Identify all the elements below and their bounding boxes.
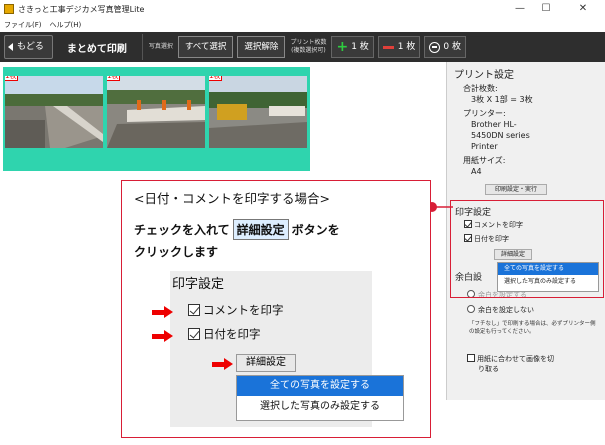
zoomed-date-row[interactable]: 日付を印字 xyxy=(188,326,261,342)
page-title: まとめて印刷 xyxy=(66,43,127,55)
printer-value-line2: 5450DN series xyxy=(471,131,530,140)
zoomed-comment-label: コメントを印字 xyxy=(203,303,284,317)
print-count-sub: (複数選択可) xyxy=(291,47,326,54)
close-button[interactable]: ✕ xyxy=(570,0,596,18)
photo-select-label: 写真選択 xyxy=(148,43,173,50)
paper-size-label: 用紙サイズ: xyxy=(463,156,506,165)
instruction-callout: <日付・コメントを印字する場合> チェックを入れて 詳細設定 ボタンを クリック… xyxy=(121,180,431,438)
zoomed-imprint-title: 印字設定 xyxy=(172,277,225,292)
fit-paper-label-line2: り取る xyxy=(478,365,499,373)
minimize-button[interactable]: — xyxy=(507,0,533,18)
zoomed-date-label: 日付を印字 xyxy=(203,327,261,341)
printer-label: プリンター: xyxy=(463,109,506,118)
maximize-button[interactable]: ☐ xyxy=(533,0,559,18)
zoomed-menu-all-photos[interactable]: 全ての写真を設定する xyxy=(237,376,403,396)
zoomed-date-checkbox[interactable] xyxy=(188,328,200,340)
zoomed-detail-button[interactable]: 詳細設定 xyxy=(236,354,296,372)
margin-off-radio[interactable] xyxy=(467,305,475,313)
minus-label: 1 枚 xyxy=(397,42,416,52)
photo-thumbnail[interactable]: 1枚 xyxy=(107,76,205,148)
total-value: 3枚 X 1部 = 3枚 xyxy=(471,95,533,104)
menu-file[interactable]: ファイル(F) xyxy=(4,18,42,32)
print-count-tag: 1枚 xyxy=(5,76,19,81)
photo-image xyxy=(5,76,103,148)
photo-image xyxy=(107,76,205,148)
fit-paper-label-line1: 用紙に合わせて画像を切 xyxy=(477,355,554,363)
back-button[interactable]: もどる xyxy=(4,35,53,59)
window-title: さきっと工事デジカメ写真管理Lite xyxy=(18,4,145,14)
clear-icon xyxy=(429,41,441,53)
callout-heading: <日付・コメントを印字する場合> xyxy=(134,191,330,206)
photo-image xyxy=(209,76,307,148)
total-label: 合計枚数: xyxy=(463,84,498,93)
minus-one-button[interactable]: 1 枚 xyxy=(377,36,421,58)
zoomed-menu-selected-photos[interactable]: 選択した写真のみ設定する xyxy=(237,396,403,418)
margin-off-label: 余白を設定しない xyxy=(478,306,534,314)
plus-icon: + xyxy=(336,39,349,55)
red-arrow-icon xyxy=(212,358,234,370)
borderless-note: 「フチなし」で印刷する場合は、必ずプリンター側の設定も行ってください。 xyxy=(469,321,596,335)
print-count-tag: 1枚 xyxy=(209,76,223,81)
photo-thumbnail[interactable]: 1枚 xyxy=(209,76,307,148)
photo-thumbnail[interactable]: 1枚 xyxy=(5,76,103,148)
red-arrow-icon xyxy=(152,330,174,342)
select-all-button[interactable]: すべて選択 xyxy=(177,36,234,58)
selected-photo-strip: 1枚 1枚 1枚 xyxy=(3,67,310,171)
toolbar-divider xyxy=(141,34,143,60)
zero-button[interactable]: 0 枚 xyxy=(424,36,466,58)
fit-paper-row[interactable]: 用紙に合わせて画像を切 り取る xyxy=(467,354,554,374)
print-count-title: プリント枚数 xyxy=(290,39,327,46)
callout-line1-pre: チェックを入れて xyxy=(134,223,230,237)
deselect-button[interactable]: 選択解除 xyxy=(237,36,286,58)
menu-help[interactable]: ヘルプ(H) xyxy=(50,18,82,32)
callout-line1-post: ボタンを xyxy=(291,223,340,237)
title-bar: さきっと工事デジカメ写真管理Lite — ☐ ✕ xyxy=(0,0,605,18)
callout-line1: チェックを入れて 詳細設定 ボタンを xyxy=(134,219,340,240)
red-arrow-icon xyxy=(152,306,174,318)
imprint-highlight-box xyxy=(450,200,604,298)
callout-line2: クリックします xyxy=(134,245,219,259)
print-settings-execute-button[interactable]: 印刷設定・実行 xyxy=(485,184,547,195)
app-icon xyxy=(4,4,14,14)
printer-value-line3: Printer xyxy=(471,142,498,151)
print-count-label: プリント枚数 (複数選択可) xyxy=(290,39,326,55)
fit-paper-checkbox[interactable] xyxy=(467,354,475,362)
printer-value-line1: Brother HL- xyxy=(471,120,517,129)
zoomed-comment-checkbox[interactable] xyxy=(188,304,200,316)
zoomed-comment-row[interactable]: コメントを印字 xyxy=(188,302,284,318)
minus-icon xyxy=(382,45,394,49)
zoomed-detail-menu: 全ての写真を設定する 選択した写真のみ設定する xyxy=(236,375,404,421)
margin-off-row[interactable]: 余白を設定しない xyxy=(467,305,534,315)
plus-label: 1 枚 xyxy=(351,42,369,52)
menu-bar: ファイル(F) ヘルプ(H) xyxy=(0,18,605,32)
callout-detail-button-label: 詳細設定 xyxy=(232,219,289,240)
print-count-tag: 1枚 xyxy=(107,76,121,81)
app-window: さきっと工事デジカメ写真管理Lite — ☐ ✕ ファイル(F) ヘルプ(H) … xyxy=(0,0,605,445)
paper-size-value: A4 xyxy=(471,167,482,176)
toolbar: もどる まとめて印刷 写真選択 すべて選択 選択解除 プリント枚数 (複数選択可… xyxy=(0,32,605,62)
print-settings-title: プリント設定 xyxy=(454,70,514,81)
zero-label: 0 枚 xyxy=(443,42,461,52)
plus-one-button[interactable]: + 1 枚 xyxy=(331,36,374,58)
